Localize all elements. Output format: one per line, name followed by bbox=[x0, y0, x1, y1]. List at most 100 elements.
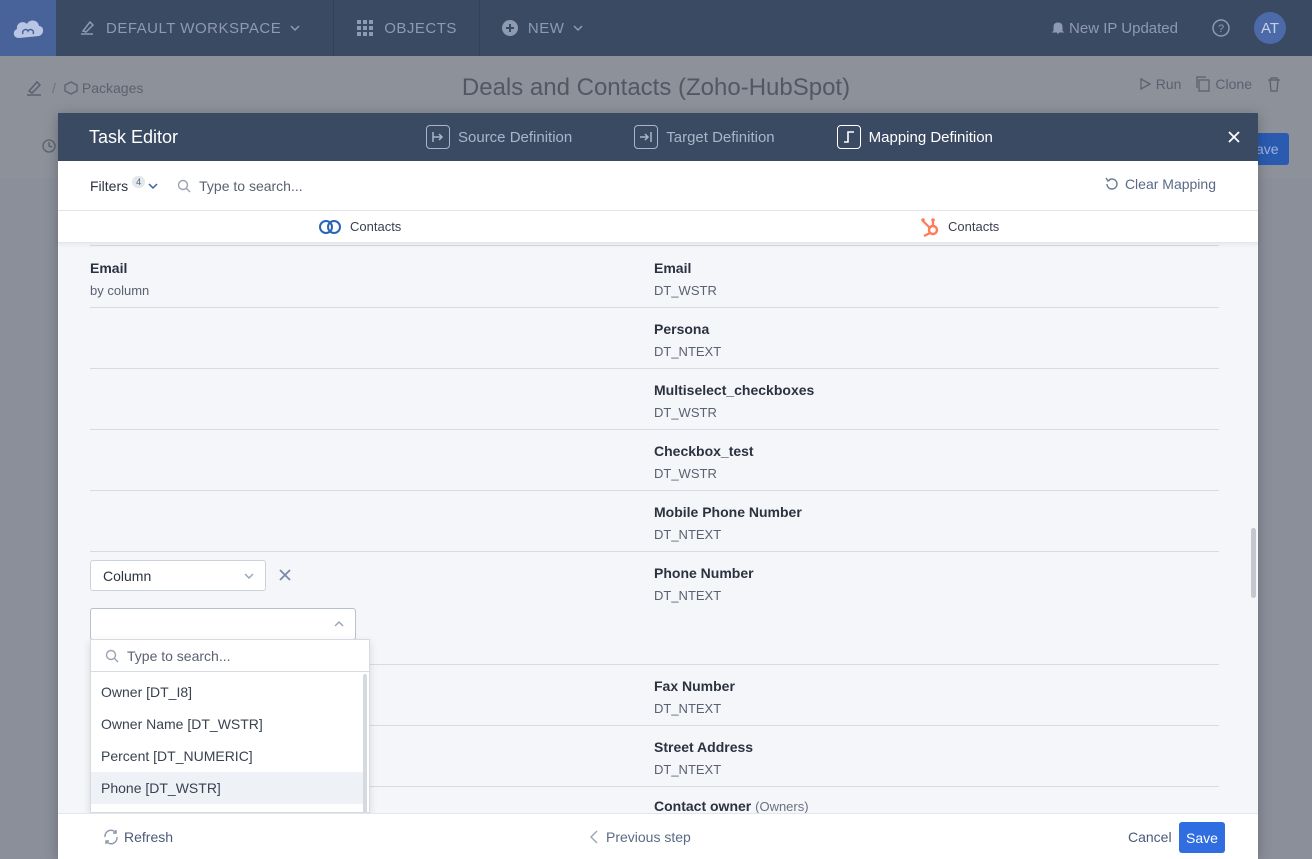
chevron-down-icon bbox=[244, 573, 254, 579]
search-input[interactable] bbox=[199, 177, 500, 194]
workspace-icon bbox=[81, 20, 95, 35]
undo-icon bbox=[1105, 177, 1118, 190]
search-icon bbox=[105, 649, 119, 662]
zoho-logo-icon bbox=[319, 219, 341, 234]
target-field-name: Multiselect_checkboxes bbox=[654, 382, 815, 398]
chevron-left-icon bbox=[590, 830, 598, 843]
source-field-mode: by column bbox=[90, 283, 150, 298]
avatar[interactable]: AT bbox=[1254, 12, 1286, 44]
target-field-type: DT_WSTR bbox=[654, 405, 717, 420]
target-field-type: DT_WSTR bbox=[654, 283, 717, 298]
dropdown-search bbox=[91, 640, 369, 672]
dropdown-scrollbar[interactable] bbox=[363, 674, 367, 812]
target-connection-label: Contacts bbox=[948, 219, 1000, 234]
modal-header: Task Editor Source Definition Target Def… bbox=[58, 113, 1258, 161]
step-source-label: Source Definition bbox=[458, 128, 573, 146]
filter-bar: Filters 4 Clear Mapping bbox=[58, 161, 1258, 211]
target-field-type: DT_NTEXT bbox=[654, 344, 722, 359]
step-target-label: Target Definition bbox=[666, 128, 775, 146]
chevron-down-icon bbox=[148, 182, 158, 189]
run-label: Run bbox=[1155, 76, 1182, 92]
list-scrollbar[interactable] bbox=[1251, 528, 1256, 598]
play-icon bbox=[1140, 77, 1152, 91]
mapping-kind-value: Column bbox=[103, 567, 152, 584]
target-field-type: DT_NTEXT bbox=[654, 701, 722, 716]
dropdown-option[interactable]: Owner Name [DT_WSTR] bbox=[91, 708, 363, 740]
dropdown-option-highlighted[interactable]: Phone [DT_WSTR] bbox=[91, 772, 363, 804]
run-button[interactable]: Run bbox=[1138, 76, 1182, 92]
mapping-kind-select[interactable]: Column bbox=[90, 560, 266, 591]
dropdown-option[interactable]: Owner [DT_I8] bbox=[91, 676, 363, 708]
grid-icon bbox=[357, 20, 374, 36]
page-title: Deals and Contacts (Zoho-HubSpot) bbox=[461, 74, 851, 101]
notification-label: New IP Updated bbox=[1069, 19, 1178, 37]
previous-step-button[interactable]: Previous step bbox=[590, 829, 691, 845]
workspace-menu[interactable]: DEFAULT WORKSPACE bbox=[56, 0, 335, 56]
target-field-name: Email bbox=[654, 260, 692, 276]
refresh-button[interactable]: Refresh bbox=[102, 828, 173, 846]
help-icon[interactable]: ? bbox=[1212, 19, 1230, 37]
target-field-name: Fax Number bbox=[654, 678, 735, 694]
modal-title: Task Editor bbox=[89, 126, 179, 147]
objects-menu[interactable]: OBJECTS bbox=[334, 0, 480, 56]
dropdown-option[interactable]: Percent [DT_NUMERIC] bbox=[91, 740, 363, 772]
cancel-button[interactable]: Cancel bbox=[1128, 829, 1172, 845]
save-button[interactable]: Save bbox=[1179, 822, 1225, 853]
chevron-up-icon bbox=[334, 621, 344, 627]
mapping-row[interactable]: Mobile Phone Number DT_NTEXT bbox=[90, 490, 1219, 551]
page-actions: Run Clone bbox=[1138, 76, 1282, 92]
clone-label: Clone bbox=[1215, 76, 1252, 92]
previous-step-label: Previous step bbox=[606, 828, 691, 845]
dropdown-search-input[interactable] bbox=[127, 647, 347, 664]
clear-mapping-button[interactable]: Clear Mapping bbox=[1104, 176, 1216, 192]
trash-icon[interactable] bbox=[1266, 76, 1282, 92]
target-definition-icon bbox=[634, 125, 659, 149]
filters-button[interactable]: Filters 4 bbox=[90, 175, 159, 194]
refresh-label: Refresh bbox=[124, 828, 174, 845]
mapping-list: Email by column Email DT_WSTR Persona DT… bbox=[58, 243, 1258, 813]
target-field-name: Persona bbox=[654, 321, 710, 337]
target-connection: Contacts bbox=[920, 216, 999, 238]
mapping-row[interactable]: Checkbox_test DT_WSTR bbox=[90, 429, 1219, 490]
target-field-name: Mobile Phone Number bbox=[654, 504, 802, 520]
target-field-name: Street Address bbox=[654, 739, 754, 755]
source-connection-label: Contacts bbox=[350, 219, 402, 234]
target-field-type: DT_NTEXT bbox=[654, 762, 722, 777]
notification[interactable]: New IP Updated bbox=[1051, 20, 1178, 37]
step-source-definition[interactable]: Source Definition bbox=[426, 125, 572, 149]
chevron-down-icon bbox=[290, 25, 300, 32]
mapping-row[interactable]: Persona DT_NTEXT bbox=[90, 307, 1219, 368]
source-field-name: Email bbox=[90, 260, 128, 276]
mapping-search bbox=[177, 177, 500, 194]
chevron-down-icon bbox=[573, 25, 583, 32]
search-icon bbox=[177, 179, 191, 192]
connection-header: Contacts Contacts bbox=[58, 211, 1258, 243]
refresh-icon bbox=[104, 829, 118, 844]
filters-count-badge: 4 bbox=[132, 175, 146, 188]
wizard-steps: Source Definition Target Definition Mapp… bbox=[426, 113, 1055, 161]
mapping-definition-icon bbox=[836, 125, 861, 149]
cloud-logo-icon bbox=[13, 20, 44, 38]
target-field-type: DT_NTEXT bbox=[654, 588, 722, 603]
new-label: NEW bbox=[527, 19, 565, 37]
clock-icon bbox=[42, 139, 56, 153]
close-icon bbox=[1228, 131, 1240, 143]
filters-label: Filters bbox=[90, 177, 129, 194]
hubspot-logo-icon bbox=[921, 217, 939, 237]
target-field-type: DT_WSTR bbox=[654, 466, 717, 481]
close-button[interactable] bbox=[1222, 125, 1246, 149]
plus-circle-icon bbox=[501, 20, 518, 36]
new-menu[interactable]: NEW bbox=[480, 0, 617, 56]
task-editor-modal: Task Editor Source Definition Target Def… bbox=[58, 113, 1258, 859]
clone-button[interactable]: Clone bbox=[1195, 76, 1252, 92]
close-icon bbox=[279, 569, 291, 581]
column-dropdown: Owner [DT_I8] Owner Name [DT_WSTR] Perce… bbox=[90, 639, 370, 813]
modal-footer: Refresh Previous step Cancel Save bbox=[58, 813, 1258, 859]
step-mapping-definition[interactable]: Mapping Definition bbox=[836, 125, 993, 149]
step-target-definition[interactable]: Target Definition bbox=[634, 125, 775, 149]
remove-mapping-button[interactable] bbox=[279, 568, 291, 586]
app-logo[interactable] bbox=[0, 0, 56, 56]
svg-text:?: ? bbox=[1218, 23, 1224, 35]
mapping-row[interactable]: Multiselect_checkboxes DT_WSTR bbox=[90, 368, 1219, 429]
source-column-select[interactable] bbox=[90, 608, 356, 640]
